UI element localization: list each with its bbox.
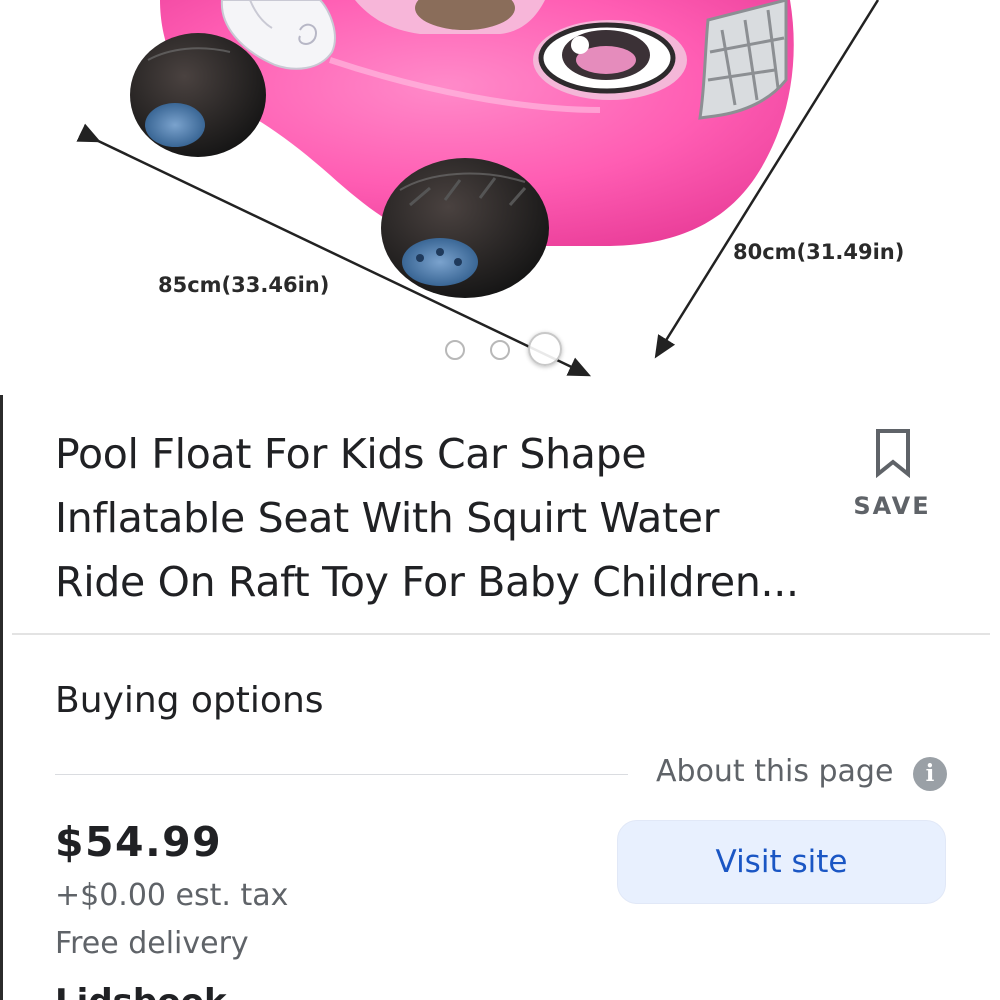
carousel-dot-1[interactable] — [445, 340, 465, 360]
offer-delivery: Free delivery — [55, 926, 249, 961]
seller-name-partial[interactable]: Lidsbook — [55, 982, 227, 1000]
visit-site-button[interactable]: Visit site — [617, 820, 946, 904]
carousel-indicator — [443, 332, 583, 372]
about-this-page-link[interactable]: About this page — [656, 754, 893, 789]
depth-dimension-label: 80cm(31.49in) — [733, 240, 905, 264]
carousel-dot-3-active[interactable] — [528, 332, 562, 366]
product-title: Pool Float For Kids Car Shape Inflatable… — [55, 422, 845, 614]
offer-tax: +$0.00 est. tax — [55, 878, 289, 913]
save-label: SAVE — [853, 492, 931, 520]
product-title-line-2: Inflatable Seat With Squirt Water — [55, 494, 720, 542]
product-title-line-3: Ride On Raft Toy For Baby Children... — [55, 558, 799, 606]
width-dimension-label: 85cm(33.46in) — [158, 273, 330, 297]
product-image-carousel[interactable]: 85cm(33.46in) 80cm(31.49in) — [0, 0, 1000, 395]
divider — [55, 774, 628, 775]
carousel-dot-2[interactable] — [490, 340, 510, 360]
bookmark-icon — [876, 429, 910, 478]
info-icon[interactable]: i — [913, 757, 947, 791]
offer-price: $54.99 — [55, 818, 223, 866]
seller-name: Lidsbook — [55, 982, 227, 1000]
buying-options-heading: Buying options — [55, 680, 324, 721]
product-title-line-1: Pool Float For Kids Car Shape — [55, 430, 647, 478]
divider — [12, 633, 990, 635]
save-button[interactable]: SAVE — [842, 424, 942, 534]
